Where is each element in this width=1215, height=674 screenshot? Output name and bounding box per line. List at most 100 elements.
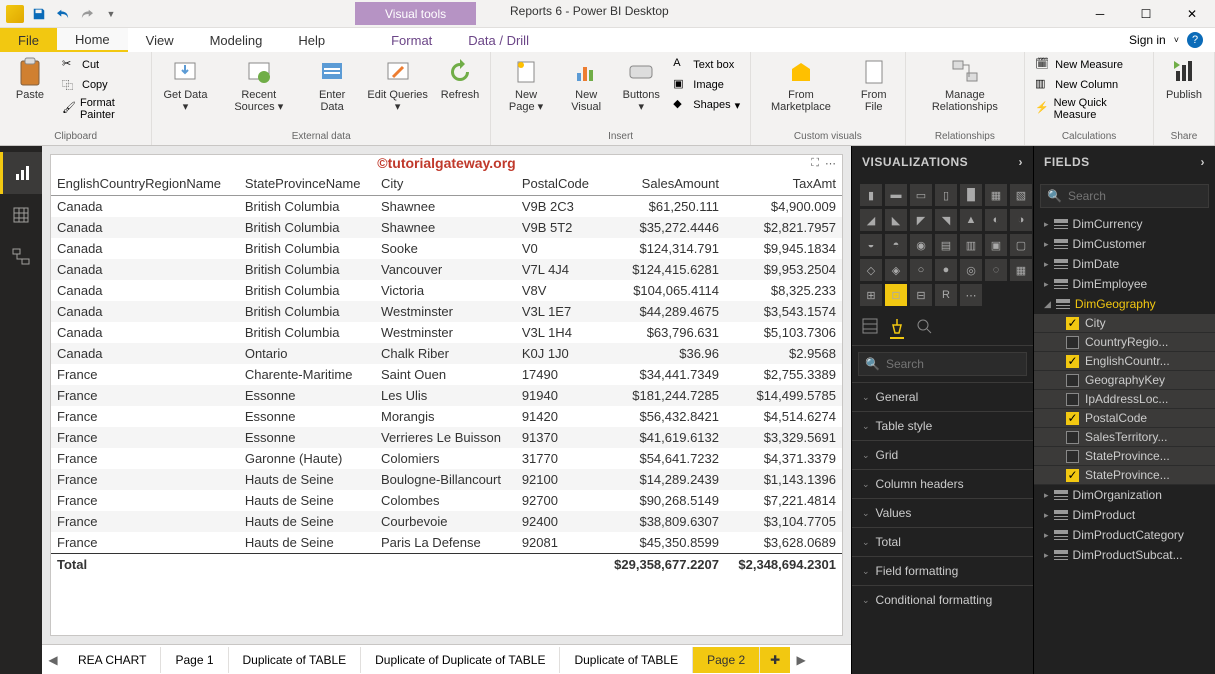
viz-type-icon[interactable]: ▭ xyxy=(910,184,932,206)
table-node[interactable]: ▸DimProduct xyxy=(1034,505,1215,525)
table-node[interactable]: ◢DimGeography xyxy=(1034,294,1215,314)
viz-type-icon[interactable]: ◌ xyxy=(985,259,1007,281)
viz-type-icon[interactable]: ● xyxy=(935,259,957,281)
format-section[interactable]: ⌄Table style xyxy=(852,411,1033,440)
signin-chevron-icon[interactable]: ˅ xyxy=(1174,35,1179,45)
table-row[interactable]: CanadaBritish ColumbiaSookeV0$124,314.79… xyxy=(51,238,842,259)
image-button[interactable]: ▣Image xyxy=(669,75,744,95)
data-view-button[interactable] xyxy=(0,194,42,236)
field-item[interactable]: IpAddressLoc... xyxy=(1034,390,1215,409)
field-item[interactable]: GeographyKey xyxy=(1034,371,1215,390)
table-row[interactable]: FranceCharente-MaritimeSaint Ouen17490$3… xyxy=(51,364,842,385)
viz-type-icon[interactable]: ▢ xyxy=(1010,234,1032,256)
field-checkbox[interactable] xyxy=(1066,374,1079,387)
tab-home[interactable]: Home xyxy=(57,28,128,52)
viz-type-icon[interactable]: ◣ xyxy=(885,209,907,231)
get-data-button[interactable]: Get Data ▾ xyxy=(158,55,212,115)
page-tab[interactable]: Page 1 xyxy=(161,647,228,673)
table-row[interactable]: CanadaBritish ColumbiaShawneeV9B 5T2$35,… xyxy=(51,217,842,238)
viz-type-icon[interactable]: ◤ xyxy=(910,209,932,231)
field-checkbox[interactable] xyxy=(1066,431,1079,444)
save-icon[interactable] xyxy=(28,3,50,25)
recent-sources-button[interactable]: Recent Sources ▾ xyxy=(217,55,301,115)
table-row[interactable]: FranceEssonneLes Ulis91940$181,244.7285$… xyxy=(51,385,842,406)
viz-type-icon[interactable]: ⊞ xyxy=(860,284,882,306)
cut-button[interactable]: ✂Cut xyxy=(58,55,145,75)
table-row[interactable]: CanadaBritish ColumbiaShawneeV9B 2C3$61,… xyxy=(51,196,842,218)
page-tab[interactable]: REA CHART xyxy=(64,647,161,673)
report-view-button[interactable] xyxy=(0,152,42,194)
viz-type-icon[interactable]: ⋯ xyxy=(960,284,982,306)
page-tab[interactable]: Duplicate of TABLE xyxy=(229,647,362,673)
field-checkbox[interactable] xyxy=(1066,393,1079,406)
new-measure-button[interactable]: 🗓New Measure xyxy=(1031,55,1147,75)
table-visual[interactable]: ©tutorialgateway.org ⛶ ⋯ EnglishCountryR… xyxy=(50,154,843,636)
viz-type-icon[interactable]: ◢ xyxy=(860,209,882,231)
qat-dropdown-icon[interactable]: ▼ xyxy=(100,3,122,25)
help-icon[interactable]: ? xyxy=(1187,32,1203,48)
redo-icon[interactable] xyxy=(76,3,98,25)
page-tab[interactable]: Duplicate of Duplicate of TABLE xyxy=(361,647,560,673)
copy-button[interactable]: ⿻Copy xyxy=(58,75,145,95)
format-section[interactable]: ⌄Grid xyxy=(852,440,1033,469)
table-row[interactable]: FranceHauts de SeineBoulogne-Billancourt… xyxy=(51,469,842,490)
field-item[interactable]: ✓City xyxy=(1034,314,1215,333)
table-row[interactable]: CanadaBritish ColumbiaWestminsterV3L 1E7… xyxy=(51,301,842,322)
new-column-button[interactable]: ▥New Column xyxy=(1031,75,1147,95)
viz-type-icon[interactable]: ◇ xyxy=(860,259,882,281)
viz-type-icon[interactable]: ◉ xyxy=(910,234,932,256)
manage-relationships-button[interactable]: Manage Relationships xyxy=(912,55,1019,115)
file-menu[interactable]: File xyxy=(0,28,57,52)
viz-type-icon[interactable]: ◎ xyxy=(960,259,982,281)
column-header[interactable]: SalesAmount xyxy=(600,172,725,196)
refresh-button[interactable]: Refresh xyxy=(436,55,484,103)
edit-queries-button[interactable]: Edit Queries ▾ xyxy=(363,55,432,115)
fields-well-tab[interactable] xyxy=(862,318,878,339)
format-section[interactable]: ⌄Field formatting xyxy=(852,556,1033,585)
field-checkbox[interactable]: ✓ xyxy=(1066,355,1079,368)
table-row[interactable]: FranceEssonneVerrieres Le Buisson91370$4… xyxy=(51,427,842,448)
table-row[interactable]: FranceGaronne (Haute)Colomiers31770$54,6… xyxy=(51,448,842,469)
viz-type-icon[interactable]: ▦ xyxy=(1010,259,1032,281)
table-row[interactable]: FranceHauts de SeineCourbevoie92400$38,8… xyxy=(51,511,842,532)
tab-help[interactable]: Help xyxy=(280,28,343,52)
field-item[interactable]: ✓StateProvince... xyxy=(1034,466,1215,485)
table-node[interactable]: ▸DimDate xyxy=(1034,254,1215,274)
shapes-button[interactable]: ◆Shapes ▾ xyxy=(669,95,744,115)
field-checkbox[interactable] xyxy=(1066,450,1079,463)
format-section[interactable]: ⌄Conditional formatting xyxy=(852,585,1033,614)
viz-type-icon[interactable]: ▣ xyxy=(985,234,1007,256)
field-item[interactable]: SalesTerritory... xyxy=(1034,428,1215,447)
analytics-tab[interactable] xyxy=(916,318,932,339)
viz-type-icon[interactable]: ⊟ xyxy=(910,284,932,306)
tab-datadrill[interactable]: Data / Drill xyxy=(450,28,547,52)
format-tab[interactable] xyxy=(890,318,904,339)
tab-format[interactable]: Format xyxy=(373,28,450,52)
field-item[interactable]: ✓EnglishCountr... xyxy=(1034,352,1215,371)
viz-type-icon[interactable]: ▬ xyxy=(885,184,907,206)
column-header[interactable]: StateProvinceName xyxy=(239,172,375,196)
table-node[interactable]: ▸DimProductSubcat... xyxy=(1034,545,1215,565)
fields-search[interactable]: 🔍 xyxy=(1040,184,1209,208)
tab-view[interactable]: View xyxy=(128,28,192,52)
table-node[interactable]: ▸DimEmployee xyxy=(1034,274,1215,294)
format-painter-button[interactable]: 🖌Format Painter xyxy=(58,95,145,123)
enter-data-button[interactable]: Enter Data xyxy=(305,55,359,115)
table-node[interactable]: ▸DimCurrency xyxy=(1034,214,1215,234)
new-quick-measure-button[interactable]: ⚡New Quick Measure xyxy=(1031,95,1147,123)
column-header[interactable]: TaxAmt xyxy=(725,172,842,196)
column-header[interactable]: PostalCode xyxy=(516,172,601,196)
viz-type-icon[interactable]: ▯ xyxy=(935,184,957,206)
table-node[interactable]: ▸DimProductCategory xyxy=(1034,525,1215,545)
new-page-button[interactable]: New Page ▾ xyxy=(497,55,555,115)
add-page-button[interactable]: ✚ xyxy=(760,647,790,673)
undo-icon[interactable] xyxy=(52,3,74,25)
table-row[interactable]: FranceEssonneMorangis91420$56,432.8421$4… xyxy=(51,406,842,427)
viz-type-icon[interactable]: ◑ xyxy=(1010,209,1032,231)
fields-search-input[interactable] xyxy=(1068,189,1215,203)
table-row[interactable]: CanadaBritish ColumbiaWestminsterV3L 1H4… xyxy=(51,322,842,343)
field-item[interactable]: CountryRegio... xyxy=(1034,333,1215,352)
field-checkbox[interactable]: ✓ xyxy=(1066,469,1079,482)
viz-type-icon[interactable]: ▧ xyxy=(1010,184,1032,206)
column-header[interactable]: EnglishCountryRegionName xyxy=(51,172,239,196)
